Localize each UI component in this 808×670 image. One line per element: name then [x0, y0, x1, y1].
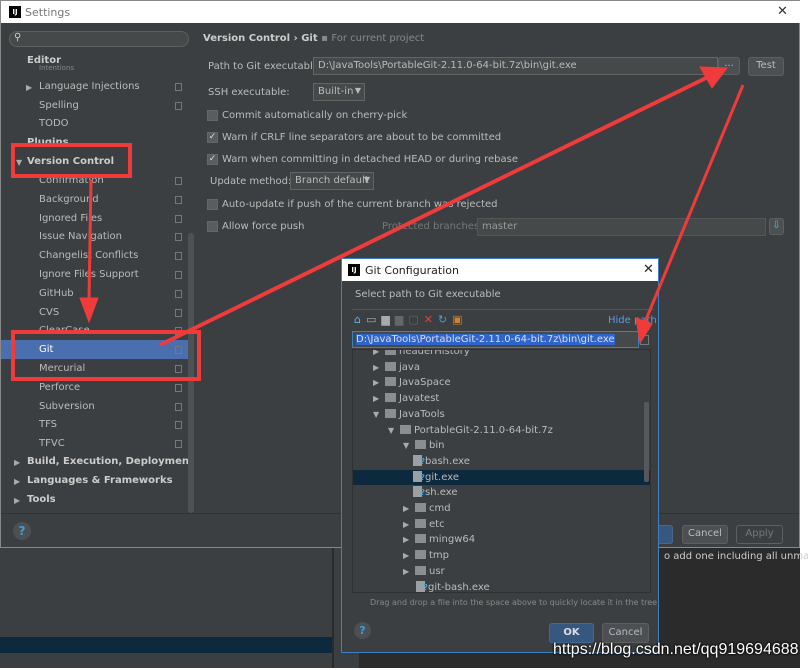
arrow-down [87, 179, 93, 301]
arrow-to-path [643, 84, 745, 323]
arrow-to-path-head [635, 317, 653, 345]
annotation-arrows [79, 66, 745, 347]
arrow-down-head [79, 297, 99, 324]
arrow-to-browse [159, 75, 709, 347]
